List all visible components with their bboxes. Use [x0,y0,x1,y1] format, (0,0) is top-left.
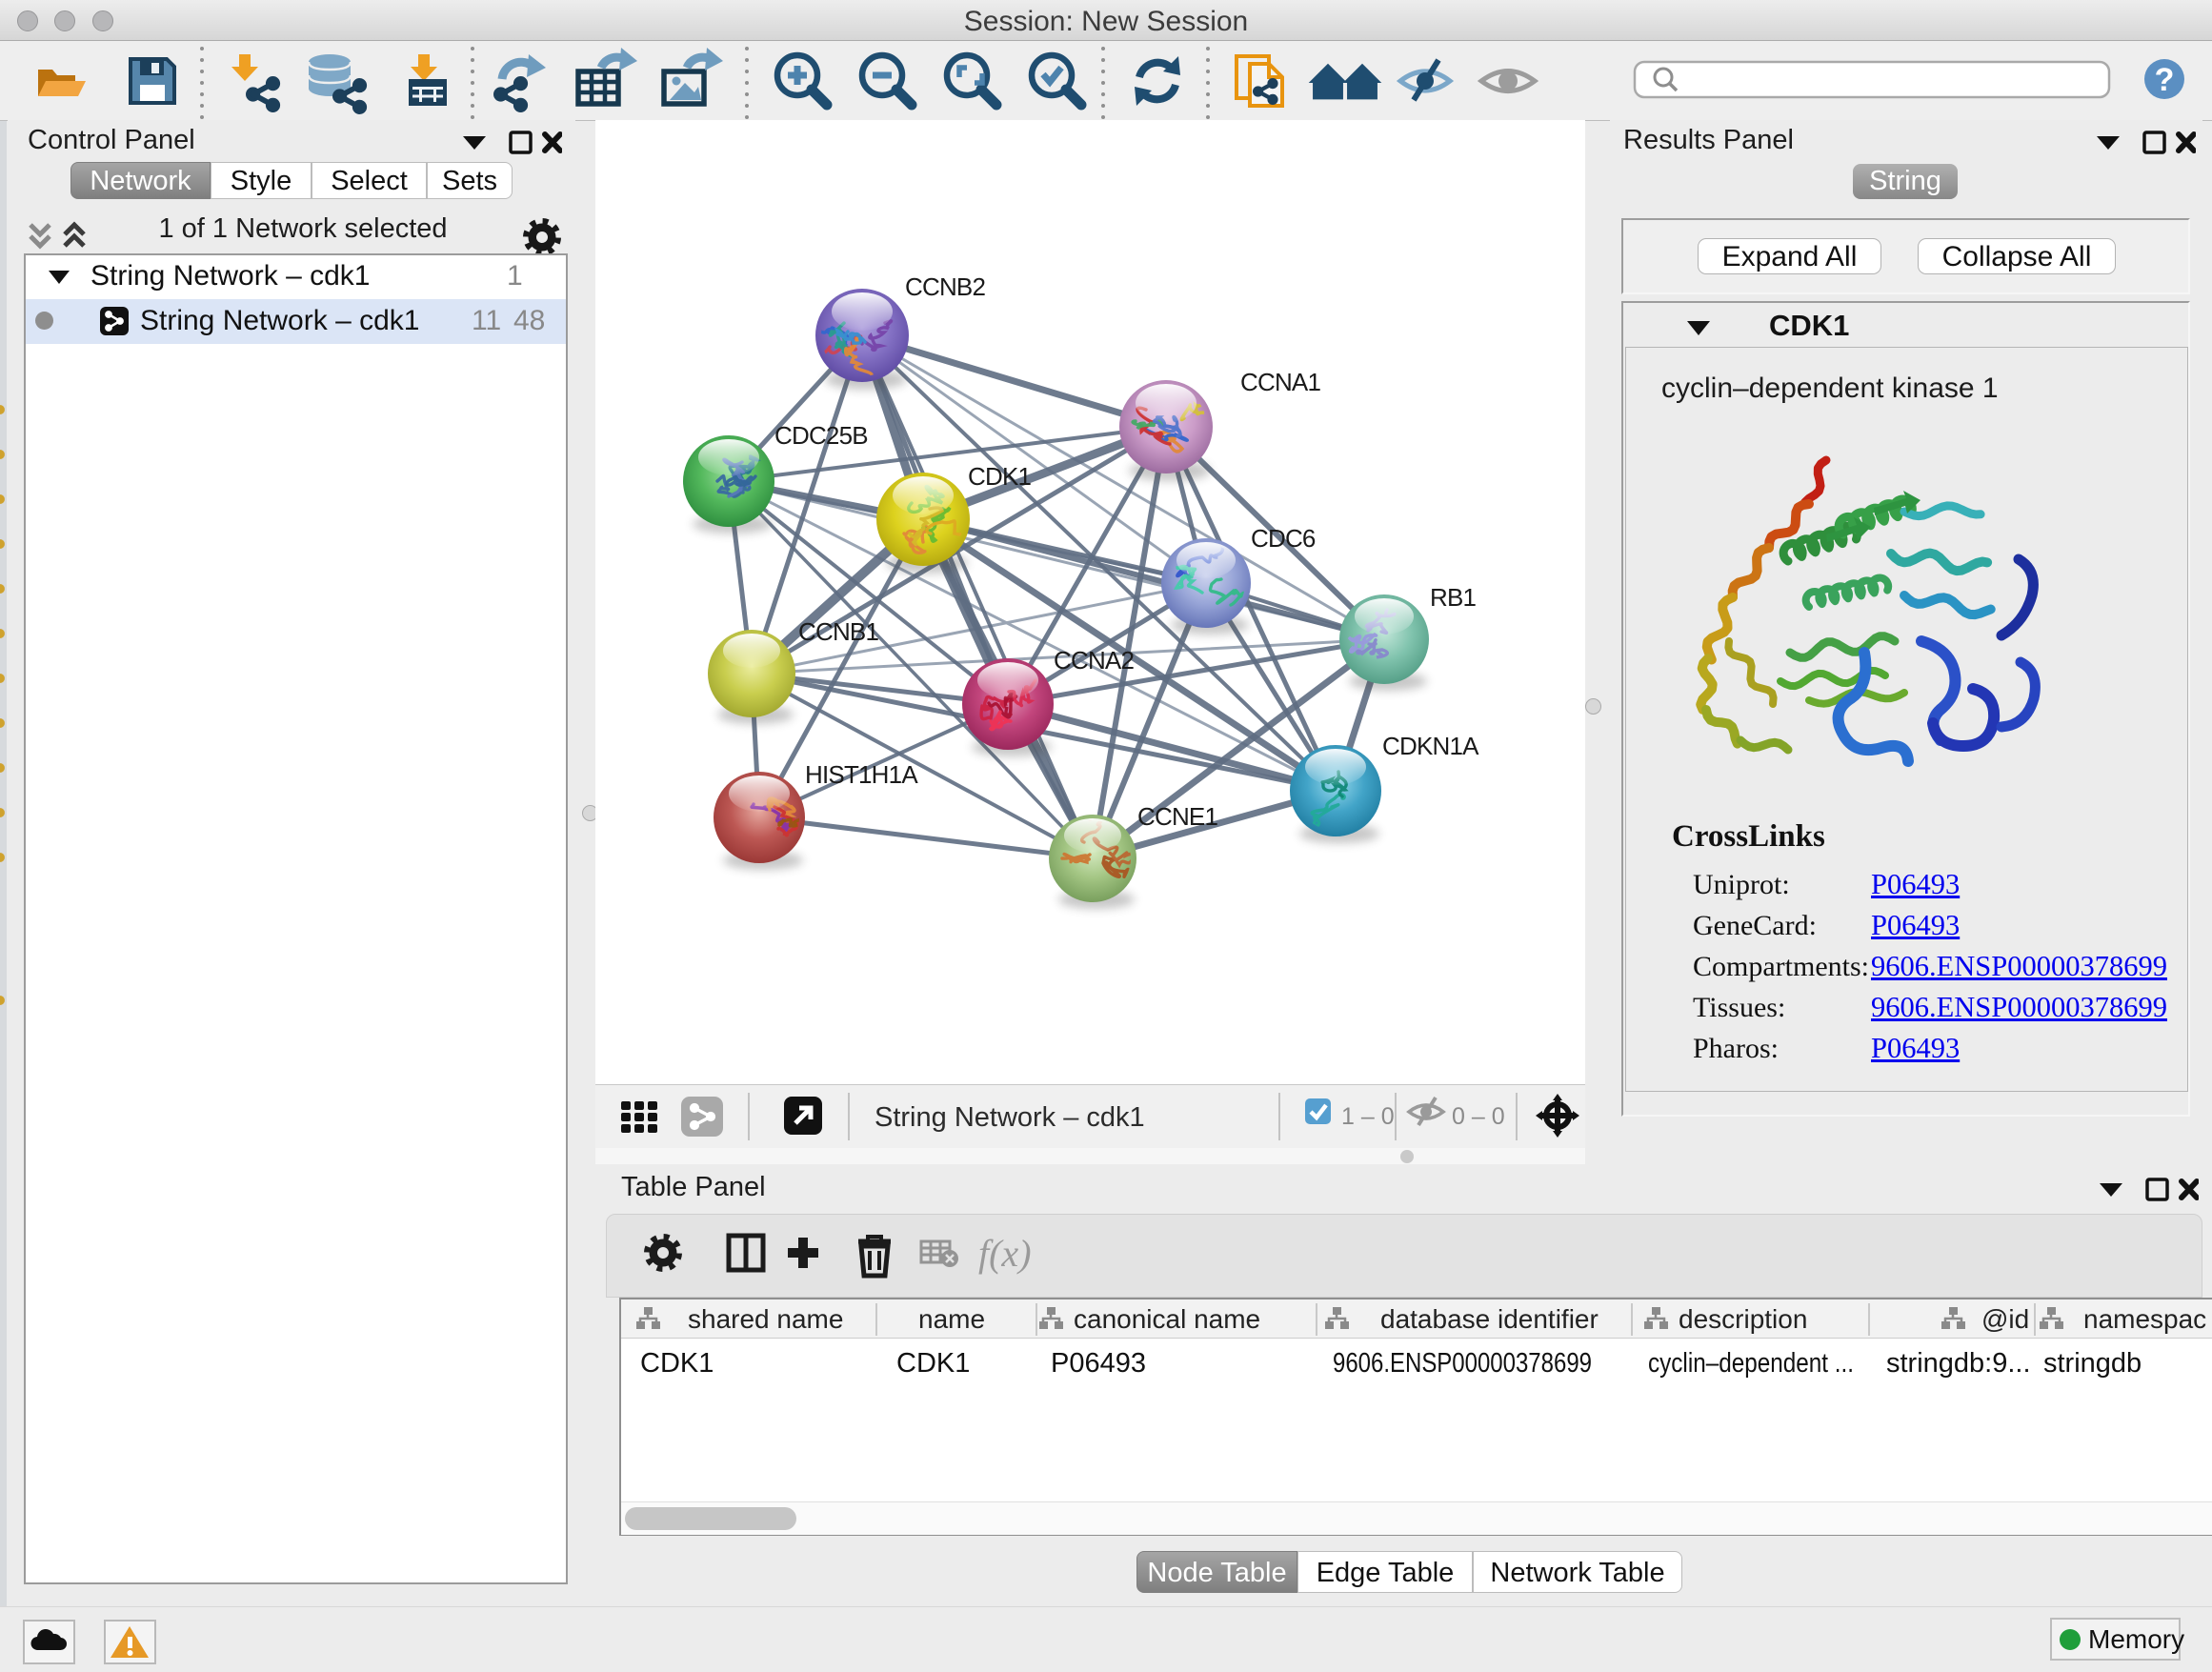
svg-text:CDC6: CDC6 [1251,524,1316,553]
svg-text:database identifier: database identifier [1380,1304,1599,1334]
svg-text:CDKN1A: CDKN1A [1382,732,1479,760]
svg-text:namespac: namespac [2083,1304,2206,1334]
svg-text:CCNA2: CCNA2 [1054,646,1134,675]
svg-text:CCNA1: CCNA1 [1240,368,1320,396]
svg-text:1 – 0: 1 – 0 [1341,1103,1395,1130]
svg-text:CDK1: CDK1 [896,1348,970,1379]
svg-text:RB1: RB1 [1430,583,1477,612]
svg-text:description: description [1679,1304,1807,1334]
svg-text:CCNE1: CCNE1 [1137,802,1217,831]
svg-text:CCNB1: CCNB1 [798,617,878,646]
svg-text:CDK1: CDK1 [968,462,1031,491]
svg-text:CDC25B: CDC25B [774,421,868,450]
svg-text:cyclin–dependent ...: cyclin–dependent ... [1648,1348,1854,1379]
svg-text:?: ? [2155,62,2175,98]
svg-text:CCNB2: CCNB2 [905,272,985,301]
svg-text:stringdb:9...: stringdb:9... [1886,1348,2031,1379]
svg-text:HIST1H1A: HIST1H1A [805,760,918,789]
svg-text:String Network – cdk1: String Network – cdk1 [875,1102,1145,1133]
svg-text:stringdb: stringdb [2043,1348,2142,1379]
svg-text:name: name [918,1304,985,1334]
svg-text:0 – 0: 0 – 0 [1452,1103,1505,1130]
svg-text:CDK1: CDK1 [640,1348,714,1379]
svg-text:canonical name: canonical name [1074,1304,1260,1334]
svg-text:@id: @id [1981,1304,2029,1334]
svg-text:f(x): f(x) [978,1232,1032,1275]
svg-text:P06493: P06493 [1051,1348,1146,1379]
svg-text:9606.ENSP00000378699: 9606.ENSP00000378699 [1333,1348,1592,1379]
svg-text:shared name: shared name [688,1304,843,1334]
